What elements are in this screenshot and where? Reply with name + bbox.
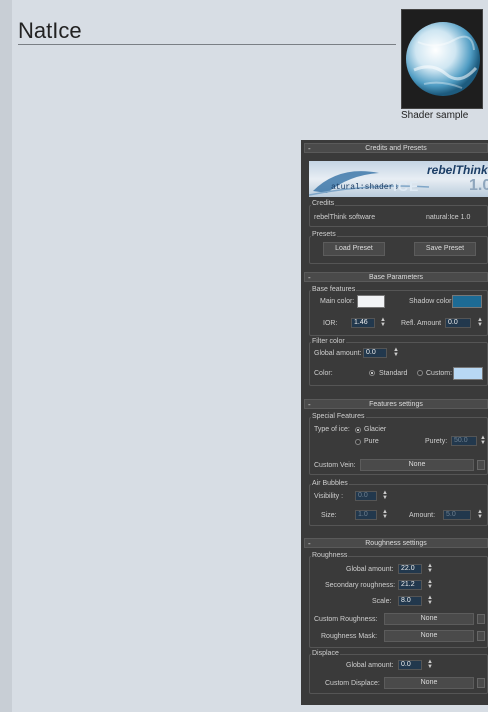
visibility-spinner[interactable]: ▲ ▼ [382, 490, 388, 501]
roughness-global-amount-field[interactable]: 22.0 [398, 564, 422, 574]
banner-version: 1.0 [469, 177, 488, 194]
amount-spinner[interactable]: ▲ ▼ [477, 509, 483, 520]
glacier-radio-label: Glacier [364, 426, 387, 433]
roughness-global-amount-spinner[interactable]: ▲ ▼ [427, 563, 433, 574]
amount-field[interactable]: 5.0 [443, 510, 471, 520]
title-divider [18, 44, 396, 45]
banner-brand: rebelThink [427, 163, 488, 177]
scale-label: Scale: [372, 598, 392, 605]
custom-displace-label: Custom Displace: [325, 680, 380, 687]
custom-roughness-label: Custom Roughness: [314, 616, 378, 623]
scale-spinner[interactable]: ▲ ▼ [427, 595, 433, 606]
secondary-roughness-field[interactable]: 21.2 [398, 580, 422, 590]
size-label: Size: [321, 512, 337, 519]
pure-radio[interactable] [355, 439, 361, 445]
displace-global-amount-label: Global amount: [346, 662, 394, 669]
base-features-label: Base features [311, 286, 357, 293]
secondary-roughness-label: Secondary roughness: [325, 582, 396, 589]
rollout-credits-presets[interactable]: - Credits and Presets [304, 143, 488, 153]
amount-label: Amount: [409, 512, 436, 519]
ior-label: IOR: [323, 320, 338, 327]
load-preset-button[interactable]: Load Preset [323, 242, 385, 256]
custom-roughness-toggle[interactable] [477, 614, 485, 624]
rollout-title: Base Parameters [368, 274, 424, 281]
custom-radio[interactable] [417, 370, 423, 376]
purety-field[interactable]: 50.0 [451, 436, 477, 446]
shadow-color-label: Shadow color: [409, 298, 454, 305]
ior-field[interactable]: 1.46 [351, 318, 375, 328]
main-color-swatch[interactable] [357, 295, 385, 308]
filter-global-amount-field[interactable]: 0.0 [363, 348, 387, 358]
ior-spinner[interactable]: ▲ ▼ [380, 317, 386, 328]
roughness-mask-toggle[interactable] [477, 631, 485, 641]
displace-global-amount-field[interactable]: 0.0 [398, 660, 422, 670]
rollout-title: Credits and Presets [365, 145, 427, 152]
custom-displace-toggle[interactable] [477, 678, 485, 688]
roughness-global-amount-label: Global amount: [346, 566, 394, 573]
refl-amount-spinner[interactable]: ▲ ▼ [477, 317, 483, 328]
banner-product: ICE [393, 178, 420, 194]
glacier-radio[interactable] [355, 427, 361, 433]
main-color-label: Main color: [320, 298, 355, 305]
rollout-title: Features settings [369, 401, 423, 408]
rollout-roughness-settings[interactable]: - Roughness settings [304, 538, 488, 548]
material-editor-panel: - Credits and Presets rebelThink atural:… [301, 140, 488, 705]
size-field[interactable]: 1.0 [355, 510, 377, 520]
standard-radio-label: Standard [379, 370, 408, 377]
filter-color-label: Filter color [311, 338, 346, 345]
credit-product: natural:Ice 1.0 [426, 214, 471, 221]
refl-amount-label: Refl. Amount [401, 320, 442, 327]
presets-group-label: Presets [311, 231, 337, 238]
filter-global-amount-spinner[interactable]: ▲ ▼ [393, 347, 399, 358]
displace-global-amount-spinner[interactable]: ▲ ▼ [427, 659, 433, 670]
custom-vein-toggle[interactable] [477, 460, 485, 470]
displace-group-label: Displace [311, 650, 340, 657]
custom-roughness-map-button[interactable]: None [384, 613, 474, 625]
shadow-color-swatch[interactable] [452, 295, 482, 308]
custom-vein-label: Custom Vein: [314, 462, 356, 469]
banner-natural: atural:shaders [331, 183, 399, 192]
purety-label: Purety: [425, 438, 448, 445]
custom-filter-color-swatch[interactable] [453, 367, 483, 380]
pure-radio-label: Pure [364, 438, 379, 445]
credit-company: rebelThink software [314, 214, 376, 221]
roughness-mask-map-button[interactable]: None [384, 630, 474, 642]
custom-radio-label: Custom: [426, 370, 453, 377]
rollout-features-settings[interactable]: - Features settings [304, 399, 488, 409]
shader-sample-image [401, 9, 483, 109]
natural-shaders-banner: rebelThink atural:shaders ICE 1.0 [309, 161, 488, 197]
refl-amount-field[interactable]: 0.0 [445, 318, 471, 328]
credits-group-label: Credits [311, 200, 336, 207]
roughness-mask-label: Roughness Mask: [321, 633, 378, 640]
custom-displace-map-button[interactable]: None [384, 677, 474, 689]
page-title: NatIce [18, 18, 82, 43]
custom-vein-map-button[interactable]: None [360, 459, 474, 471]
visibility-label: Visibility : [314, 493, 344, 500]
save-preset-button[interactable]: Save Preset [414, 242, 476, 256]
standard-radio[interactable] [369, 370, 375, 376]
roughness-group-label: Roughness [311, 552, 349, 559]
secondary-roughness-spinner[interactable]: ▲ ▼ [427, 579, 433, 590]
scale-field[interactable]: 8.0 [398, 596, 422, 606]
filter-global-amount-label: Global amount: [314, 350, 362, 357]
size-spinner[interactable]: ▲ ▼ [382, 509, 388, 520]
rollout-title: Roughness settings [365, 540, 427, 547]
rollout-base-parameters[interactable]: - Base Parameters [304, 272, 488, 282]
purety-spinner[interactable]: ▲ ▼ [480, 435, 486, 446]
shader-sample-caption: Shader sample [401, 110, 469, 121]
type-of-ice-label: Type of ice: [314, 426, 350, 433]
special-features-label: Special Features [311, 413, 366, 420]
filter-color-mode-label: Color: [314, 370, 333, 377]
air-bubbles-label: Air Bubbles [311, 480, 349, 487]
visibility-field[interactable]: 0.0 [355, 491, 377, 501]
